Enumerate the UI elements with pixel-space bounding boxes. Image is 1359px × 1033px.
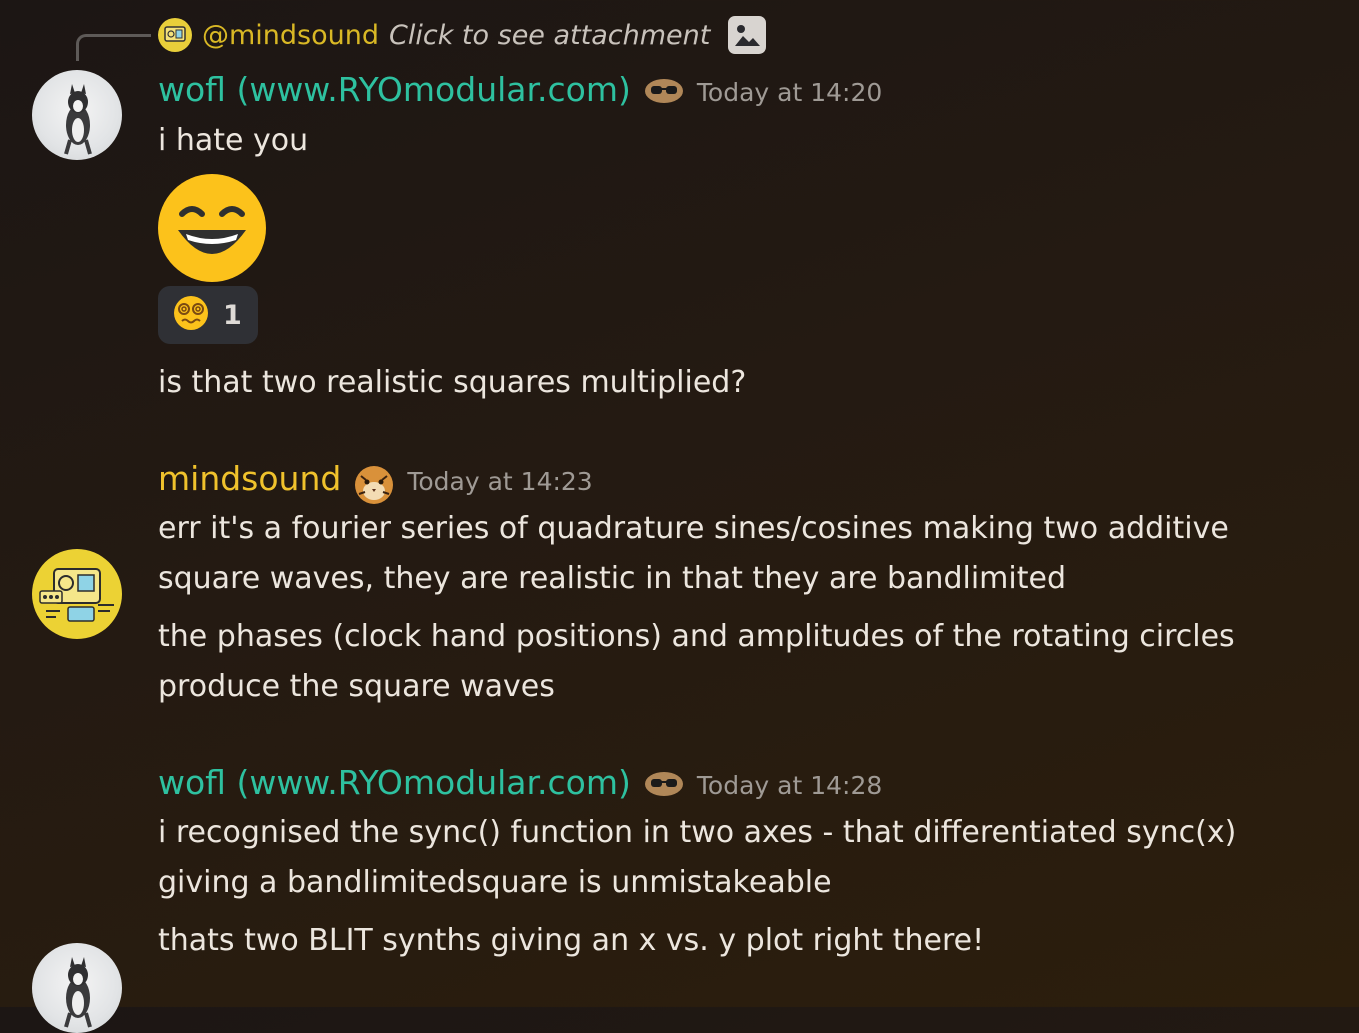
- author-name[interactable]: mindsound: [158, 459, 341, 498]
- reply-author[interactable]: @mindsound: [202, 20, 379, 51]
- timestamp[interactable]: Today at 14:20: [697, 78, 882, 107]
- message-text: thats two BLIT synths giving an x vs. y …: [158, 923, 985, 958]
- mindsound-mini-avatar[interactable]: [158, 18, 192, 52]
- avatar[interactable]: [32, 70, 122, 160]
- message-header: wofl (www.RYOmodular.com) Today at 14:20: [158, 70, 882, 109]
- avatar[interactable]: [32, 943, 122, 1033]
- cat-badge-icon: [643, 768, 685, 798]
- timestamp[interactable]: Today at 14:23: [407, 467, 592, 496]
- avatar[interactable]: [32, 549, 122, 639]
- message-text: is that two realistic squares multiplied…: [158, 365, 747, 400]
- cat-badge-icon: [643, 75, 685, 105]
- message-text: i recognised the sync() function in two …: [158, 815, 1237, 850]
- tiger-badge-icon: [353, 464, 395, 504]
- message-text: the phases (clock hand positions) and am…: [158, 619, 1235, 654]
- reply-connector: [76, 34, 151, 61]
- message-header: wofl (www.RYOmodular.com) Today at 14:28: [158, 763, 882, 802]
- message-text: produce the square waves: [158, 669, 555, 704]
- grinning-squinting-face-icon[interactable]: [158, 174, 266, 282]
- message-text: err it's a fourier series of quadrature …: [158, 511, 1229, 546]
- message-header: mindsound Today at 14:23: [158, 459, 593, 504]
- author-name[interactable]: wofl (www.RYOmodular.com): [158, 70, 631, 109]
- reply-reference[interactable]: @mindsound Click to see attachment: [158, 14, 767, 56]
- message-text: i hate you: [158, 123, 309, 158]
- timestamp[interactable]: Today at 14:28: [697, 771, 882, 800]
- reply-attachment-link[interactable]: Click to see attachment: [389, 20, 710, 51]
- dizzy-face-icon: [173, 295, 209, 335]
- author-name[interactable]: wofl (www.RYOmodular.com): [158, 763, 631, 802]
- image-icon[interactable]: [728, 16, 767, 54]
- reaction-count: 1: [223, 299, 242, 331]
- message-text: giving a bandlimitedsquare is unmistakea…: [158, 865, 832, 900]
- message-text: square waves, they are realistic in that…: [158, 561, 1066, 596]
- reaction-button[interactable]: 1: [158, 286, 258, 344]
